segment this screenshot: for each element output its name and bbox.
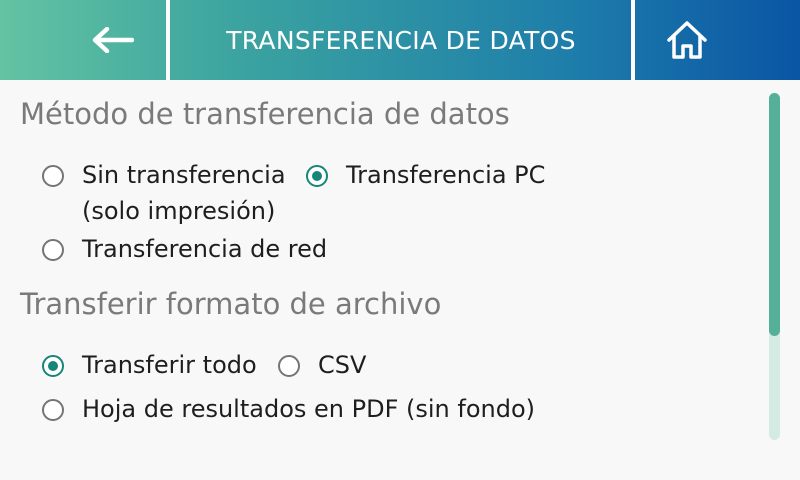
scrollbar[interactable]	[769, 93, 780, 440]
home-icon	[667, 21, 707, 59]
section-title-file-format: Transferir formato de archivo	[20, 287, 442, 321]
radio-button[interactable]	[42, 399, 64, 421]
radio-pdf-result-sheet[interactable]: Hoja de resultados en PDF (sin fondo)	[42, 395, 535, 427]
home-button[interactable]	[636, 0, 800, 80]
radio-transfer-all[interactable]: Transferir todo	[42, 351, 257, 383]
back-button[interactable]	[0, 0, 166, 80]
arrow-left-icon	[92, 27, 134, 53]
radio-network-transfer[interactable]: Transferencia de red	[42, 235, 327, 267]
scrollbar-thumb[interactable]	[769, 93, 780, 336]
radio-csv[interactable]: CSV	[278, 351, 366, 383]
page-title: TRANSFERENCIA DE DATOS	[226, 25, 576, 55]
radio-label: Transferencia de red	[82, 235, 328, 263]
radio-button[interactable]	[42, 355, 64, 377]
radio-button[interactable]	[42, 165, 64, 187]
radio-pc-transfer[interactable]: Transferencia PC	[306, 161, 545, 193]
radio-label: Transferencia PC	[346, 161, 546, 189]
section-title-transfer-method: Método de transferencia de datos	[20, 97, 510, 131]
radio-label: Sin transferencia (solo impresión)	[82, 161, 286, 225]
radio-button[interactable]	[278, 355, 300, 377]
radio-no-transfer[interactable]: Sin transferencia (solo impresión)	[42, 161, 286, 229]
radio-label: Hoja de resultados en PDF (sin fondo)	[82, 395, 536, 423]
radio-label: Transferir todo	[82, 351, 257, 379]
radio-button[interactable]	[42, 239, 64, 261]
header-divider	[631, 0, 635, 80]
radio-button[interactable]	[306, 165, 328, 187]
header-bar: TRANSFERENCIA DE DATOS	[0, 0, 800, 80]
radio-label: CSV	[318, 351, 367, 379]
app-window: TRANSFERENCIA DE DATOS Método de transfe…	[0, 0, 800, 480]
